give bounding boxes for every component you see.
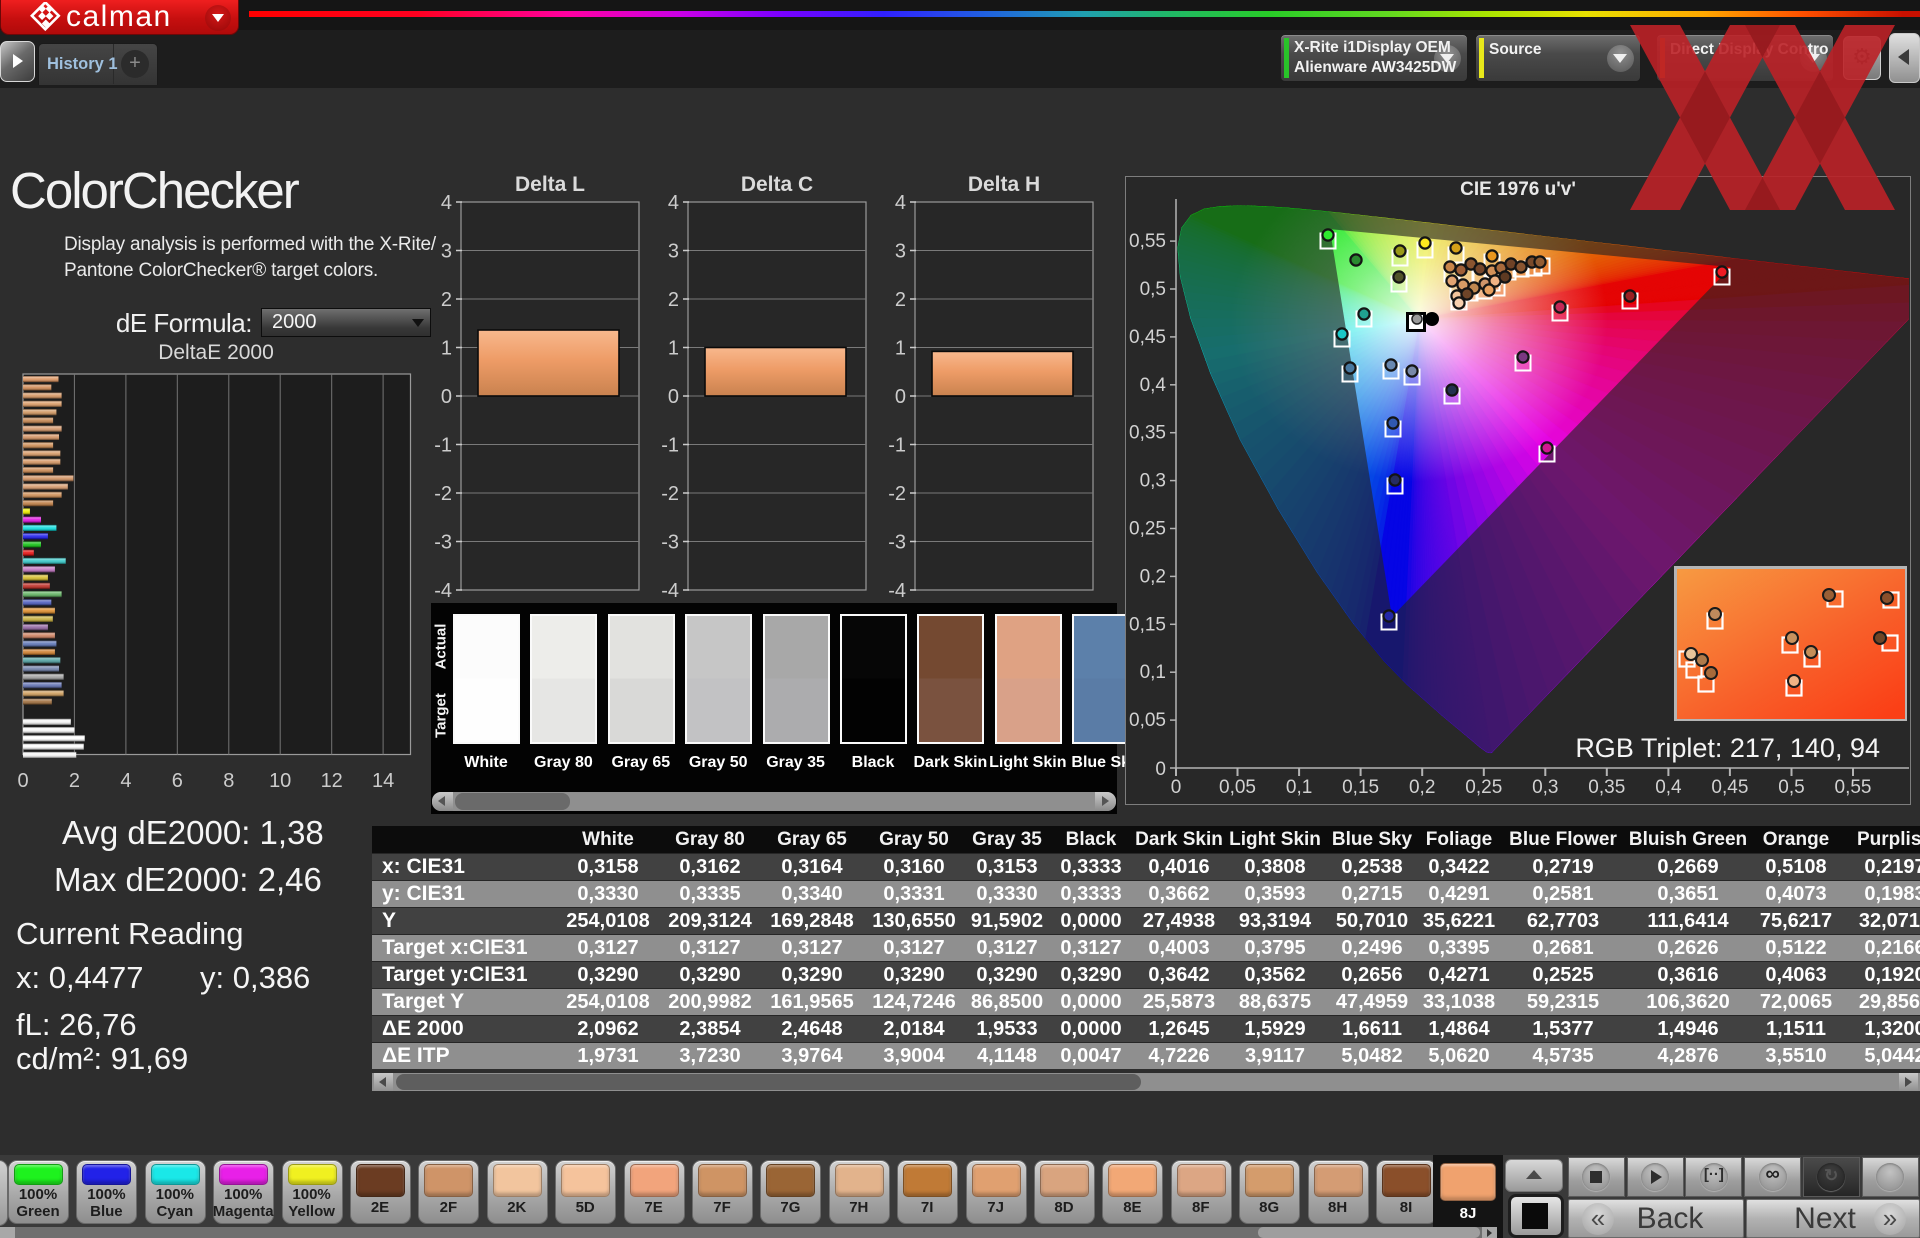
svg-text:-3: -3 [434, 532, 452, 554]
svg-text:10: 10 [269, 770, 291, 792]
svg-text:-2: -2 [661, 483, 679, 505]
svg-text:-4: -4 [434, 580, 452, 602]
svg-text:2: 2 [668, 289, 679, 311]
svg-text:-2: -2 [888, 483, 906, 505]
svg-text:-1: -1 [661, 435, 679, 457]
svg-text:-1: -1 [434, 435, 452, 457]
svg-text:-4: -4 [888, 580, 906, 602]
svg-text:14: 14 [372, 770, 394, 792]
svg-text:2: 2 [69, 770, 80, 792]
svg-text:4: 4 [120, 770, 131, 792]
svg-text:1: 1 [668, 338, 679, 360]
svg-text:2: 2 [895, 289, 906, 311]
svg-text:-3: -3 [661, 532, 679, 554]
svg-text:3: 3 [668, 241, 679, 263]
svg-text:6: 6 [172, 770, 183, 792]
svg-text:0: 0 [17, 770, 28, 792]
svg-text:-2: -2 [434, 483, 452, 505]
svg-text:3: 3 [895, 241, 906, 263]
svg-text:0: 0 [668, 386, 679, 408]
svg-text:-3: -3 [888, 532, 906, 554]
svg-text:12: 12 [321, 770, 343, 792]
svg-text:0: 0 [441, 386, 452, 408]
svg-text:-1: -1 [888, 435, 906, 457]
svg-text:1: 1 [441, 338, 452, 360]
svg-text:8: 8 [223, 770, 234, 792]
svg-text:2: 2 [441, 289, 452, 311]
svg-text:3: 3 [441, 241, 452, 263]
svg-text:-4: -4 [661, 580, 679, 602]
svg-text:0: 0 [895, 386, 906, 408]
svg-text:1: 1 [895, 338, 906, 360]
